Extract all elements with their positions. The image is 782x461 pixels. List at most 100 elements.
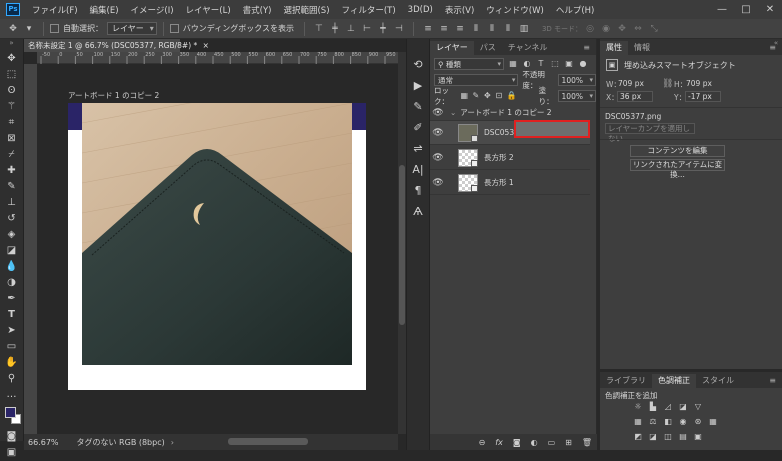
zoom-level[interactable]: 66.67%	[28, 438, 59, 447]
auto-select-dropdown[interactable]: レイヤー	[107, 22, 157, 35]
history-panel-icon[interactable]: ⟲	[410, 56, 426, 74]
tab-info[interactable]: 情報	[628, 41, 656, 55]
quick-mask-icon[interactable]: ◙	[3, 429, 21, 445]
marquee-tool-icon[interactable]: ⬚	[3, 67, 21, 83]
photo-filter-icon[interactable]: ◉	[677, 417, 689, 427]
history-brush-tool-icon[interactable]: ↺	[3, 211, 21, 227]
auto-align-icon[interactable]: ▥	[519, 24, 529, 34]
3d-scale-icon[interactable]: ⤡	[649, 24, 659, 34]
screen-mode-icon[interactable]: ▣	[3, 445, 21, 461]
actions-panel-icon[interactable]: ▶	[410, 77, 426, 95]
filter-smart-object-icon[interactable]: ▣	[564, 59, 574, 69]
black-white-icon[interactable]: ◧	[662, 417, 674, 427]
photo-smart-object[interactable]	[82, 103, 352, 365]
healing-brush-tool-icon[interactable]: ✚	[3, 163, 21, 179]
frame-tool-icon[interactable]: ⊠	[3, 131, 21, 147]
artboard-group-name[interactable]: アートボード 1 のコピー 2	[460, 107, 551, 118]
character-panel-icon[interactable]: A|	[410, 161, 426, 179]
edit-contents-button[interactable]: コンテンツを編集	[630, 145, 725, 157]
tab-adjustments[interactable]: 色調補正	[652, 374, 696, 388]
menu-filter[interactable]: フィルター(T)	[336, 4, 402, 16]
blur-tool-icon[interactable]: 💧	[3, 259, 21, 275]
distribute-vcenter-icon[interactable]: ≡	[439, 24, 449, 34]
adjust-panel-icon[interactable]: ⇌	[410, 140, 426, 158]
x-field[interactable]: 36 px	[617, 91, 653, 102]
menu-layer[interactable]: レイヤー(L)	[180, 4, 237, 16]
filter-toggle-icon[interactable]: ●	[578, 59, 588, 69]
align-right-icon[interactable]: ⊣	[394, 24, 404, 34]
3d-roll-icon[interactable]: ◉	[601, 24, 611, 34]
layer-row-rect-2[interactable]: 👁 長方形 2	[430, 146, 590, 170]
glyphs-panel-icon[interactable]: Ѧ	[410, 203, 426, 221]
align-vcenter-icon[interactable]: ╪	[330, 24, 340, 34]
distribute-left-icon[interactable]: ⦀	[471, 24, 481, 34]
paint-bucket-tool-icon[interactable]: ◪	[3, 243, 21, 259]
new-group-icon[interactable]: ▭	[548, 438, 556, 447]
path-select-tool-icon[interactable]: ➤	[3, 323, 21, 339]
distribute-top-icon[interactable]: ≡	[423, 24, 433, 34]
horizontal-scroll-thumb[interactable]	[228, 438, 308, 445]
lock-pixels-icon[interactable]: ✎	[472, 91, 480, 101]
color-lookup-icon[interactable]: ▦	[707, 417, 719, 427]
align-left-icon[interactable]: ⊢	[362, 24, 372, 34]
brightness-contrast-icon[interactable]: ☼	[632, 402, 644, 412]
invert-icon[interactable]: ◩	[632, 432, 644, 442]
layer-name[interactable]: 長方形 1	[484, 177, 514, 188]
distribute-bottom-icon[interactable]: ≡	[455, 24, 465, 34]
h-value[interactable]: 709 px	[686, 79, 712, 88]
posterize-icon[interactable]: ◪	[647, 432, 659, 442]
3d-pan-icon[interactable]: ✥	[617, 24, 627, 34]
filter-pixel-icon[interactable]: ▦	[508, 59, 518, 69]
maximize-button[interactable]: □	[734, 0, 758, 19]
menu-file[interactable]: ファイル(F)	[26, 4, 84, 16]
tab-paths[interactable]: パス	[474, 41, 502, 55]
selective-color-icon[interactable]: ▣	[692, 432, 704, 442]
new-layer-icon[interactable]: ⊞	[565, 438, 572, 447]
color-balance-icon[interactable]: ⚖	[647, 417, 659, 427]
visibility-eye-icon[interactable]: 👁	[430, 128, 446, 138]
convert-to-linked-button[interactable]: リンクされたアイテムに変換...	[630, 159, 725, 179]
paragraph-panel-icon[interactable]: ¶	[410, 182, 426, 200]
3d-orbit-icon[interactable]: ◎	[585, 24, 595, 34]
lock-artboard-icon[interactable]: ⊡	[495, 91, 503, 101]
align-hcenter-icon[interactable]: ┿	[378, 24, 388, 34]
layer-comp-dropdown[interactable]: レイヤーカンプを適用しない	[605, 123, 695, 143]
crop-tool-icon[interactable]: ⌗	[3, 115, 21, 131]
w-value[interactable]: 709 px	[618, 79, 644, 88]
more-tools-icon[interactable]: …	[3, 387, 21, 403]
document-tab[interactable]: 名称未設定 1 @ 66.7% (DSC05377, RGB/8#) * ×	[24, 39, 209, 52]
panel-menu-icon[interactable]: ≡	[577, 41, 596, 55]
align-bottom-icon[interactable]: ⊥	[346, 24, 356, 34]
lock-position-icon[interactable]: ✥	[484, 91, 492, 101]
layer-row-rect-1[interactable]: 👁 長方形 1	[430, 171, 590, 195]
vibrance-icon[interactable]: ▽	[692, 402, 704, 412]
auto-select-checkbox[interactable]	[50, 24, 59, 33]
distribute-hcenter-icon[interactable]: ⦀	[487, 24, 497, 34]
menu-select[interactable]: 選択範囲(S)	[277, 4, 335, 16]
hand-tool-icon[interactable]: ✋	[3, 355, 21, 371]
exposure-icon[interactable]: ◪	[677, 402, 689, 412]
color-swatches[interactable]	[0, 403, 24, 429]
menu-help[interactable]: ヘルプ(H)	[550, 4, 601, 16]
eraser-tool-icon[interactable]: ◈	[3, 227, 21, 243]
fx-icon[interactable]: fx	[495, 438, 503, 447]
menu-type[interactable]: 書式(Y)	[237, 4, 278, 16]
tab-properties[interactable]: 属性	[600, 41, 628, 55]
lasso-tool-icon[interactable]: ʘ	[3, 83, 21, 99]
layer-rename-field[interactable]	[514, 120, 590, 138]
new-adjustment-icon[interactable]: ◐	[531, 438, 538, 447]
channel-mixer-icon[interactable]: ⊛	[692, 417, 704, 427]
menu-image[interactable]: イメージ(I)	[125, 4, 180, 16]
artboard-group-row[interactable]: 👁 ⌄ アートボード 1 のコピー 2	[430, 105, 590, 121]
close-window-button[interactable]: ✕	[758, 0, 782, 19]
panels-collapse-icon[interactable]: «	[770, 39, 782, 55]
menu-view[interactable]: 表示(V)	[439, 4, 480, 16]
delete-layer-icon[interactable]: 🗑	[582, 438, 592, 447]
dodge-tool-icon[interactable]: ◑	[3, 275, 21, 291]
panel-menu-icon[interactable]: ≡	[763, 374, 782, 388]
align-top-icon[interactable]: ⊤	[314, 24, 324, 34]
menu-3d[interactable]: 3D(D)	[402, 5, 439, 15]
link-proportions-icon[interactable]: ⛓	[662, 79, 673, 89]
type-tool-icon[interactable]: T	[3, 307, 21, 323]
3d-slide-icon[interactable]: ⇔	[633, 24, 643, 34]
